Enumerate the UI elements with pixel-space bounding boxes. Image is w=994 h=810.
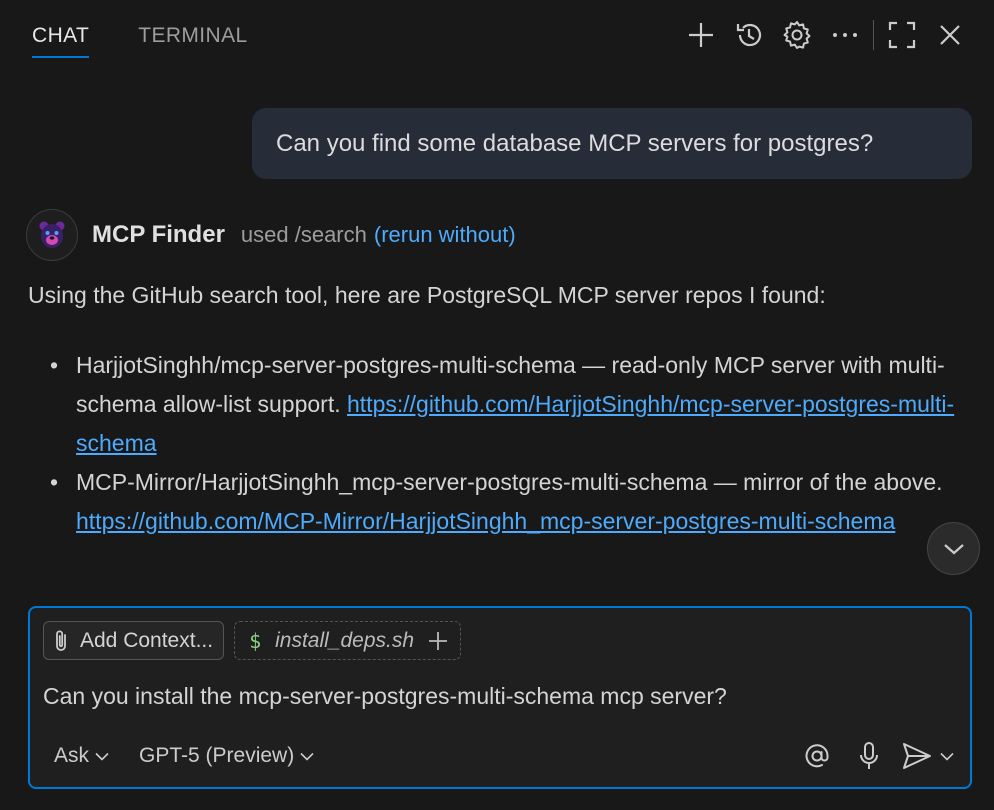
plus-icon [689,23,713,47]
mode-label: Ask [54,744,90,767]
list-item: HarjjotSinghh/mcp-server-postgres-multi-… [50,346,978,463]
plus-icon[interactable] [428,631,448,651]
terminal-dollar-icon: $ [249,628,262,653]
send-button[interactable] [902,736,954,776]
assistant-intro: Using the GitHub search tool, here are P… [28,282,826,308]
model-picker[interactable]: GPT-5 (Preview) [139,744,314,768]
user-message: Can you find some database MCP servers f… [252,108,972,179]
used-command-text: used /search [240,222,367,247]
mention-button[interactable] [798,736,836,776]
close-icon [940,25,960,45]
maximize-icon [888,21,916,49]
chevron-down-icon [943,543,964,554]
chat-input[interactable] [43,683,943,710]
attachment-filename: install_deps.sh [275,628,415,652]
add-context-button[interactable]: Add Context... [43,621,225,660]
bear-avatar-icon [39,221,65,248]
chat-toolbar [677,14,974,56]
chevron-down-icon[interactable] [940,752,954,761]
input-bottom-right [798,736,954,776]
voice-input-button[interactable] [850,736,888,776]
attachment-chip[interactable]: $ install_deps.sh [234,621,462,660]
result-list: HarjjotSinghh/mcp-server-postgres-multi-… [28,346,978,541]
new-chat-button[interactable] [677,14,725,56]
panel-tabs: CHAT TERMINAL [32,18,248,58]
mode-picker[interactable]: Ask [54,744,109,768]
assistant-header: MCP Finder used /search (rerun without) [26,209,516,261]
paperclip-icon [56,630,66,651]
history-icon [736,23,762,47]
toolbar-separator [873,20,874,50]
agent-name: MCP Finder [92,221,225,248]
input-bottom-left: Ask GPT-5 (Preview) [54,736,314,776]
gear-icon [783,21,811,49]
result-link[interactable]: https://github.com/MCP-Mirror/HarjjotSin… [76,508,895,534]
context-row: Add Context... $ install_deps.sh [43,621,462,660]
send-icon [903,743,931,769]
list-item: MCP-Mirror/HarjjotSinghh_mcp-server-post… [50,463,978,541]
model-label: GPT-5 (Preview) [139,744,295,767]
at-sign-icon [805,744,829,768]
scroll-down-button[interactable] [927,522,980,575]
chat-input-box: Add Context... $ install_deps.sh Ask GPT… [28,606,972,789]
more-actions-button[interactable] [821,14,869,56]
assistant-message: Using the GitHub search tool, here are P… [28,276,978,594]
settings-button[interactable] [773,14,821,56]
chevron-down-icon [95,752,109,761]
more-icon [833,33,857,37]
maximize-button[interactable] [878,14,926,56]
chevron-down-icon [300,752,314,761]
add-context-label: Add Context... [80,628,214,652]
close-button[interactable] [926,14,974,56]
microphone-icon [860,742,878,769]
history-button[interactable] [725,14,773,56]
tab-chat[interactable]: CHAT [32,18,90,58]
avatar [26,209,78,261]
rerun-without-link[interactable]: (rerun without) [374,222,516,248]
result-description: MCP-Mirror/HarjjotSinghh_mcp-server-post… [76,469,943,495]
tab-terminal[interactable]: TERMINAL [138,18,247,58]
